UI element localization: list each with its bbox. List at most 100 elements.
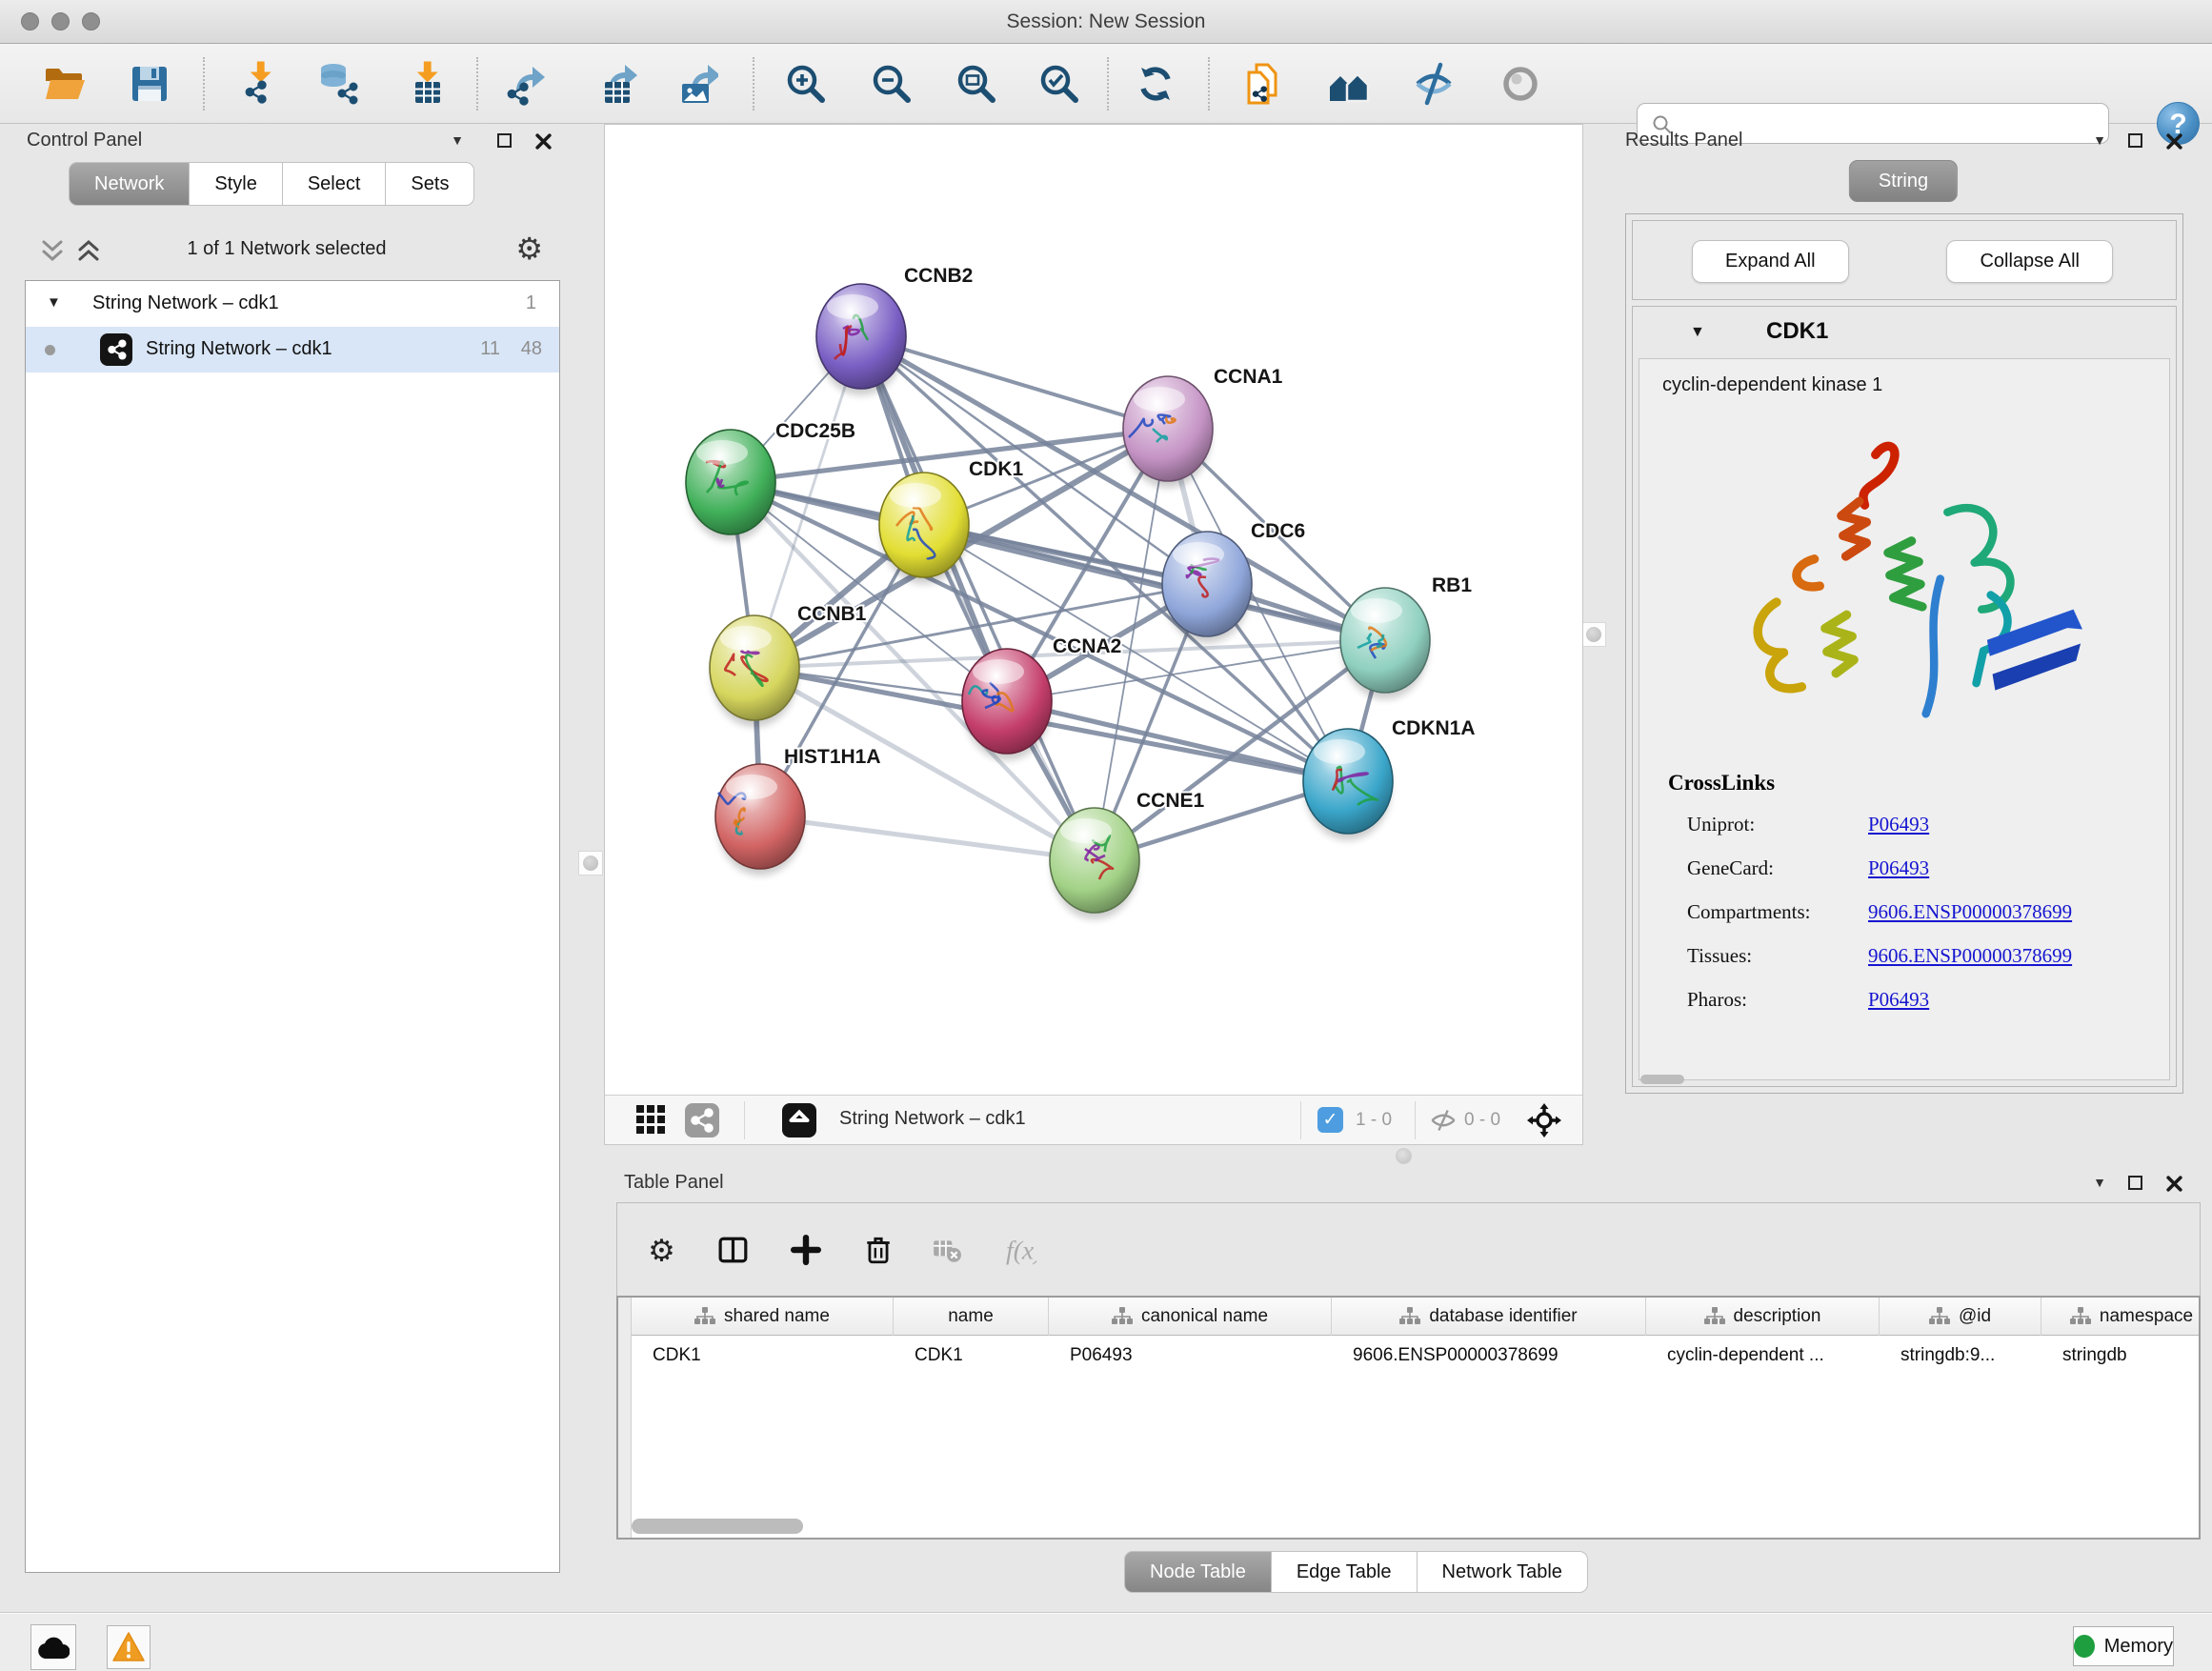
column-header-canonical-name[interactable]: canonical name [1049, 1298, 1332, 1336]
string-share-badge-icon[interactable] [685, 1103, 719, 1142]
results-panel-float-icon[interactable] [2128, 130, 2151, 151]
network-edge-CCNB2-CCNA1[interactable] [861, 336, 1168, 429]
table-toolbar-function-builder-button[interactable]: f(x) [995, 1224, 1047, 1276]
selected-checkbox[interactable]: ✓ [1317, 1107, 1343, 1133]
toolbar-button-save-session[interactable] [122, 56, 177, 111]
network-canvas[interactable]: CCNB2 CCNA1 CDC25B CDK1 CDC6 [605, 125, 1582, 1095]
toolbar-button-import-network-from-database[interactable] [310, 56, 365, 111]
crosslink-link[interactable]: P06493 [1868, 988, 1929, 1012]
network-node-CDK1[interactable]: CDK1 [879, 458, 1023, 584]
hidden-eye-slash-icon[interactable] [1430, 1109, 1457, 1137]
network-options-gear-icon[interactable]: ⚙ [515, 231, 543, 267]
column-header-namespace[interactable]: namespace [2041, 1298, 2201, 1336]
control-panel-collapse-icon[interactable]: ▼ [446, 130, 469, 151]
open-session-icon [42, 61, 88, 107]
protein-ribbon-svg [1719, 426, 2090, 750]
table-toolbar-show-columns-button[interactable] [708, 1224, 759, 1276]
tab-string[interactable]: String [1849, 160, 1958, 202]
toolbar-button-zoom-fit-content[interactable] [949, 56, 1004, 111]
control-panel-title: Control Panel [27, 130, 142, 151]
network-node-CCNB2[interactable]: CCNB2 [816, 265, 973, 395]
toolbar-button-import-network-from-file[interactable] [231, 56, 286, 111]
network-edge-HIST1H1A-CCNE1[interactable] [760, 816, 1095, 860]
collapse-all-button[interactable]: Collapse All [1946, 240, 2113, 283]
tab-network[interactable]: Network [69, 162, 190, 206]
results-scrollbar-thumb[interactable] [1640, 1075, 1684, 1084]
toolbar-button-hide-selected[interactable] [1406, 56, 1461, 111]
tab-edge-table[interactable]: Edge Table [1272, 1551, 1418, 1593]
table-panel-close-icon[interactable] [2162, 1172, 2185, 1193]
toolbar-button-zoom-selected[interactable] [1032, 56, 1087, 111]
table-panel-float-icon[interactable] [2128, 1172, 2151, 1193]
column-header-database-identifier[interactable]: database identifier [1332, 1298, 1646, 1336]
control-panel-close-icon[interactable] [532, 130, 554, 151]
tab-sets[interactable]: Sets [386, 162, 474, 206]
toolbar-separator [1208, 57, 1210, 111]
node-label-CDC25B: CDC25B [775, 420, 855, 442]
crosslink-link[interactable]: 9606.ENSP00000378699 [1868, 944, 2072, 968]
crosslink-link[interactable]: P06493 [1868, 856, 1929, 880]
network-edge-CCNB2-CCNE1[interactable] [861, 336, 1095, 860]
cloud-icon [37, 1635, 70, 1660]
cloud-status-button[interactable] [30, 1624, 76, 1670]
entry-collapse-caret-icon[interactable]: ▼ [1690, 324, 1705, 341]
tree-row-network[interactable]: String Network – cdk1 11 48 [26, 327, 559, 372]
results-entry-header[interactable]: ▼ CDK1 [1633, 307, 2176, 358]
table-toolbar-table-settings-button[interactable]: ⚙ [635, 1224, 687, 1276]
crosslink-link[interactable]: P06493 [1868, 813, 1929, 836]
crosslink-label: Compartments: [1687, 900, 1811, 924]
toolbar-button-zoom-out[interactable] [864, 56, 919, 111]
import-network-from-file-icon [235, 61, 281, 107]
column-header-name[interactable]: name [894, 1298, 1049, 1336]
control-panel-float-icon[interactable] [497, 130, 520, 151]
tab-network-table[interactable]: Network Table [1418, 1551, 1588, 1593]
network-node-CDKN1A[interactable]: CDKN1A [1303, 717, 1476, 840]
results-panel-close-icon[interactable] [2162, 130, 2185, 151]
toolbar-button-show-all[interactable] [1493, 56, 1548, 111]
open-in-new-window-icon[interactable] [782, 1103, 816, 1142]
crosslink-row: GeneCard: P06493 [1668, 856, 1775, 883]
toolbar-button-export-table[interactable] [587, 56, 642, 111]
crosslink-link[interactable]: 9606.ENSP00000378699 [1868, 900, 2072, 924]
expand-all-button[interactable]: Expand All [1692, 240, 1849, 283]
toolbar-button-string-home[interactable] [1321, 56, 1377, 111]
table-toolbar-delete-table-button[interactable] [921, 1224, 973, 1276]
table-header-row: shared name name canonical name database… [632, 1298, 2199, 1336]
toolbar-button-zoom-in[interactable] [778, 56, 834, 111]
tab-node-table[interactable]: Node Table [1124, 1551, 1272, 1593]
toolbar-button-clone-network[interactable] [1237, 56, 1292, 111]
tree-disclosure-icon[interactable]: ▼ [47, 294, 61, 311]
toolbar-button-apply-preferred-layout[interactable] [1128, 56, 1183, 111]
column-header-description[interactable]: description [1646, 1298, 1880, 1336]
toolbar-button-import-table-from-file[interactable] [397, 56, 452, 111]
bottom-splitter-handle[interactable] [1396, 1148, 1412, 1164]
network-edge-CCNA2-CDKN1A[interactable] [1007, 701, 1348, 781]
table-cell: CDK1 [894, 1336, 1049, 1376]
network-node-RB1[interactable]: RB1 [1340, 574, 1472, 699]
crosshair-move-icon[interactable] [1527, 1103, 1561, 1142]
left-splitter-handle[interactable] [578, 851, 603, 876]
toolbar-button-export-network[interactable] [496, 56, 552, 111]
network-node-CCNA1[interactable]: CCNA1 [1123, 366, 1283, 488]
table-toolbar-create-column-button[interactable] [780, 1224, 832, 1276]
toolbar-button-open-session[interactable] [37, 56, 92, 111]
warning-button[interactable] [107, 1625, 151, 1669]
column-header--id[interactable]: @id [1880, 1298, 2041, 1336]
table-row[interactable]: CDK1CDK1P064939606.ENSP00000378699cyclin… [632, 1336, 2199, 1376]
column-header-shared-name[interactable]: shared name [632, 1298, 894, 1336]
delete-table-icon [932, 1235, 962, 1265]
toolbar-button-export-image[interactable] [668, 56, 723, 111]
column-type-icon [1704, 1307, 1725, 1326]
grid-icon[interactable] [635, 1104, 666, 1139]
export-image-icon [673, 61, 718, 107]
memory-button[interactable]: Memory [2073, 1626, 2174, 1666]
tab-select[interactable]: Select [283, 162, 387, 206]
export-table-icon [592, 61, 637, 107]
results-panel-collapse-icon[interactable]: ▼ [2088, 130, 2111, 151]
table-panel-collapse-icon[interactable]: ▼ [2088, 1172, 2111, 1193]
network-node-HIST1H1A[interactable]: HIST1H1A [715, 746, 881, 876]
tab-style[interactable]: Style [190, 162, 282, 206]
table-toolbar-delete-columns-button[interactable] [853, 1224, 904, 1276]
table-scrollbar-thumb[interactable] [632, 1519, 803, 1534]
tree-row-collection[interactable]: ▼ String Network – cdk1 1 [26, 281, 559, 327]
